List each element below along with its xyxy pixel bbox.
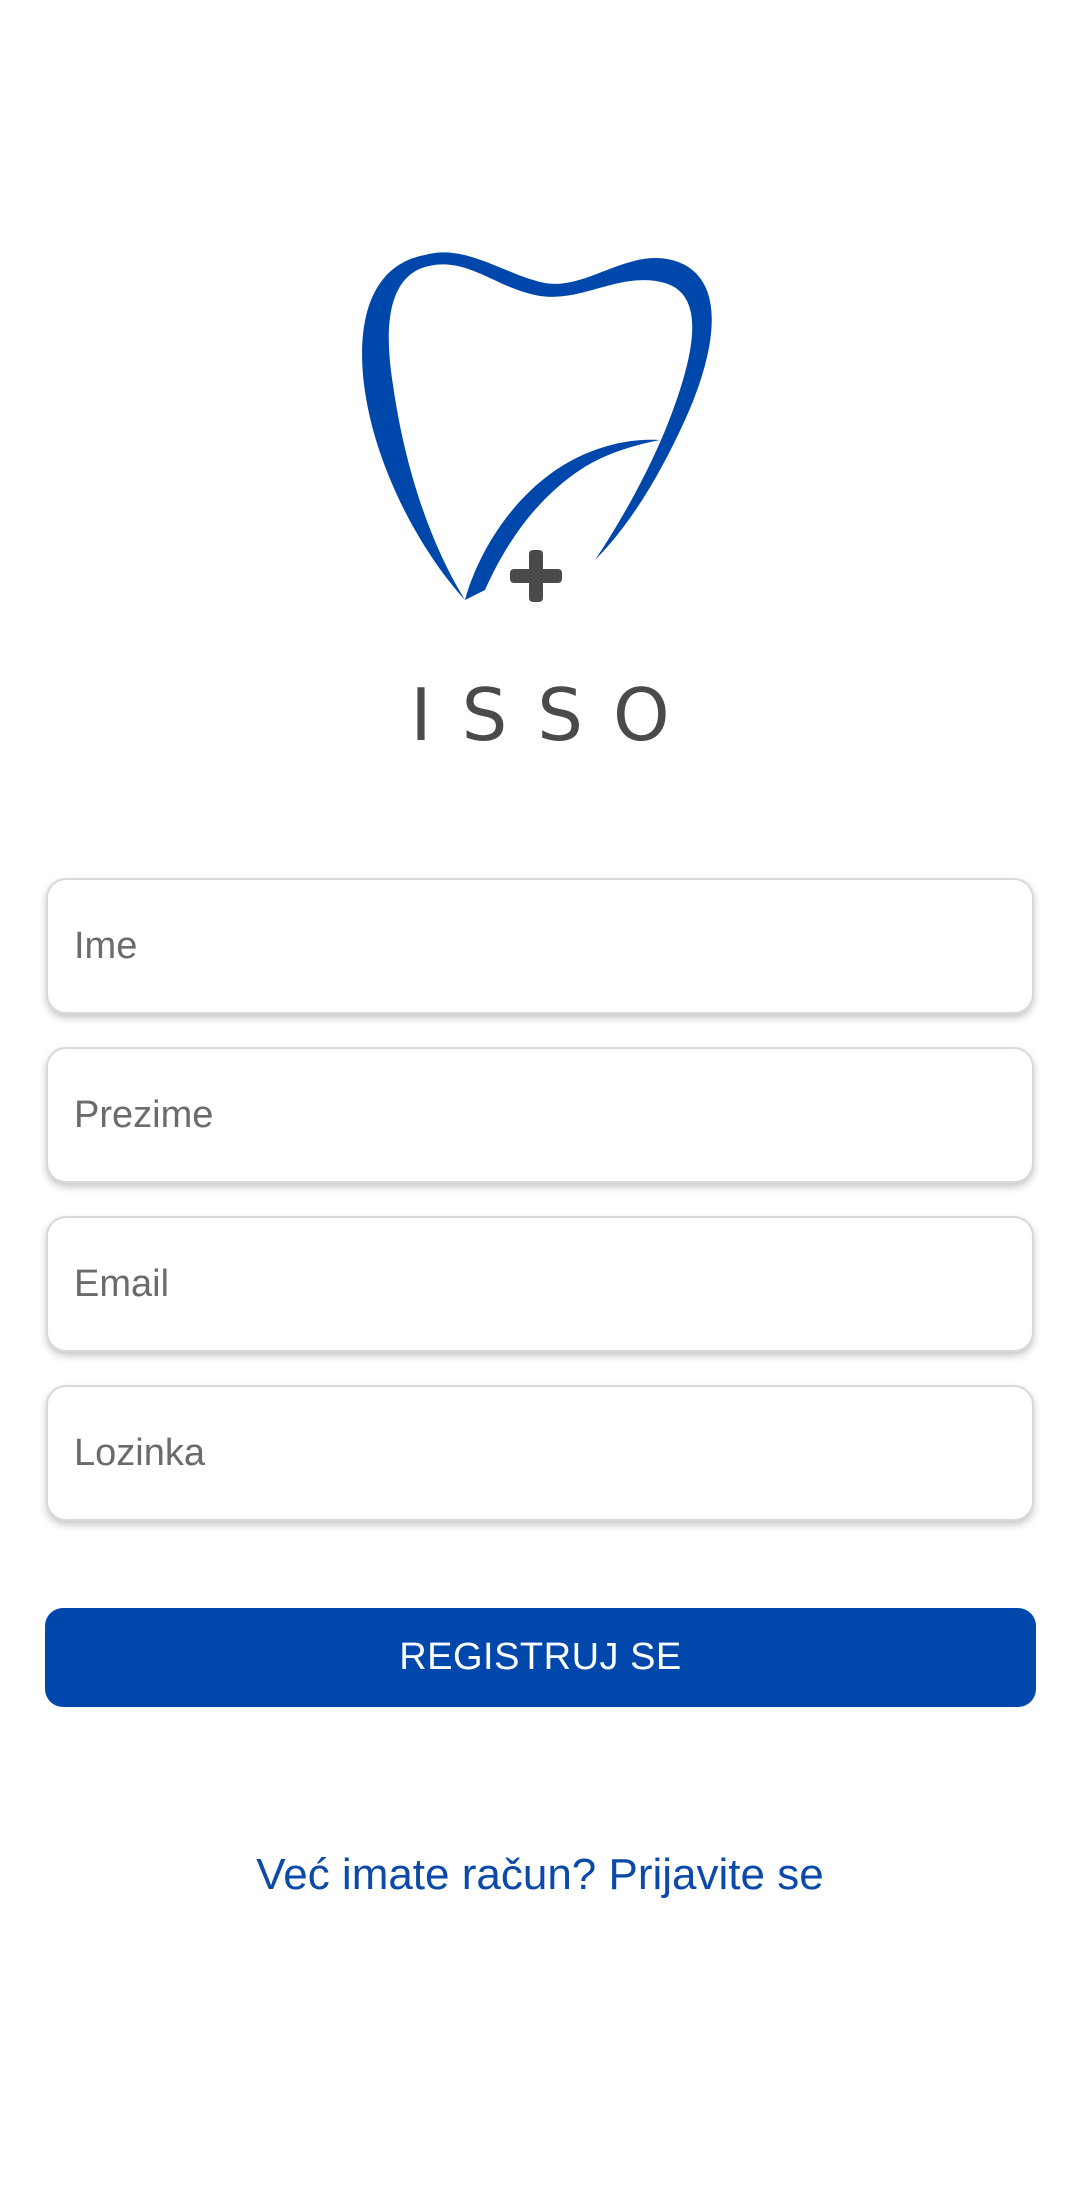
login-link[interactable]: Već imate račun? Prijavite se (0, 1850, 1080, 1900)
last-name-field[interactable] (46, 1047, 1034, 1183)
app-name: ISSO (410, 673, 700, 757)
email-input[interactable] (48, 1218, 1032, 1350)
first-name-field[interactable] (46, 878, 1034, 1014)
register-button[interactable]: REGISTRUJ SE (45, 1608, 1036, 1707)
last-name-input[interactable] (48, 1049, 1032, 1181)
tooth-with-plus-icon (362, 252, 712, 602)
app-logo (355, 245, 725, 620)
password-input[interactable] (48, 1387, 1032, 1519)
password-field[interactable] (46, 1385, 1034, 1521)
email-field[interactable] (46, 1216, 1034, 1352)
first-name-input[interactable] (48, 880, 1032, 1012)
